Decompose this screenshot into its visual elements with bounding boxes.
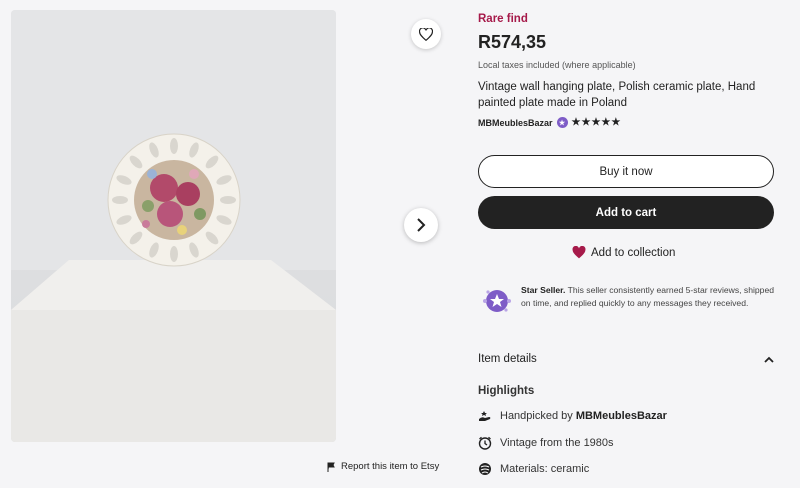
highlight-vintage: Vintage from the 1980s (478, 436, 614, 450)
add-to-collection-button[interactable]: Add to collection (572, 246, 675, 259)
heart-outline-icon (419, 27, 433, 41)
materials-icon (479, 463, 491, 475)
rare-find-label: Rare find (478, 13, 528, 25)
add-to-cart-button[interactable]: Add to cart (478, 196, 774, 229)
vintage-text: Vintage from the 1980s (500, 437, 614, 449)
handpicked-icon (479, 411, 491, 421)
item-details-heading: Item details (478, 353, 537, 365)
star-seller-label: Star Seller. (521, 285, 566, 295)
highlight-handpicked: Handpicked by MBMeublesBazar (478, 409, 667, 423)
shop-name-link[interactable]: MBMeublesBazar (478, 118, 553, 128)
next-image-button[interactable] (404, 208, 438, 242)
star-seller-description: Star Seller. This seller consistently ea… (521, 284, 774, 316)
taxes-note: Local taxes included (where applicable) (478, 60, 636, 70)
buy-it-now-button[interactable]: Buy it now (478, 155, 774, 188)
add-to-collection-label: Add to collection (591, 246, 676, 259)
star-seller-info: Star Seller. This seller consistently ea… (482, 284, 774, 316)
materials-text: Materials: ceramic (500, 463, 590, 475)
report-label: Report this item to Etsy (341, 461, 440, 472)
handpicked-prefix: Handpicked by (500, 410, 576, 422)
shop-info: MBMeublesBazar ★ ★★★★★ (478, 117, 621, 128)
clock-icon (478, 436, 492, 450)
chevron-right-icon (417, 218, 426, 232)
flag-icon (327, 462, 335, 472)
price: R574,35 (478, 32, 547, 52)
rating-stars[interactable]: ★★★★★ (572, 117, 622, 128)
favorite-button[interactable] (411, 19, 441, 49)
handpicked-shop-link[interactable]: MBMeublesBazar (576, 410, 667, 422)
product-photo-illustration (11, 10, 336, 442)
report-link[interactable]: Report this item to Etsy (327, 461, 439, 472)
chevron-up-icon (764, 356, 774, 363)
listing-title: Vintage wall hanging plate, Polish ceram… (478, 81, 756, 109)
product-image[interactable] (11, 10, 336, 442)
heart-filled-icon (572, 246, 586, 259)
item-details-toggle[interactable]: Item details (478, 353, 774, 365)
highlight-materials: Materials: ceramic (478, 462, 589, 476)
star-seller-mini-badge-icon: ★ (556, 117, 568, 128)
highlights-heading: Highlights (478, 385, 535, 397)
star-seller-badge-icon (483, 290, 511, 312)
